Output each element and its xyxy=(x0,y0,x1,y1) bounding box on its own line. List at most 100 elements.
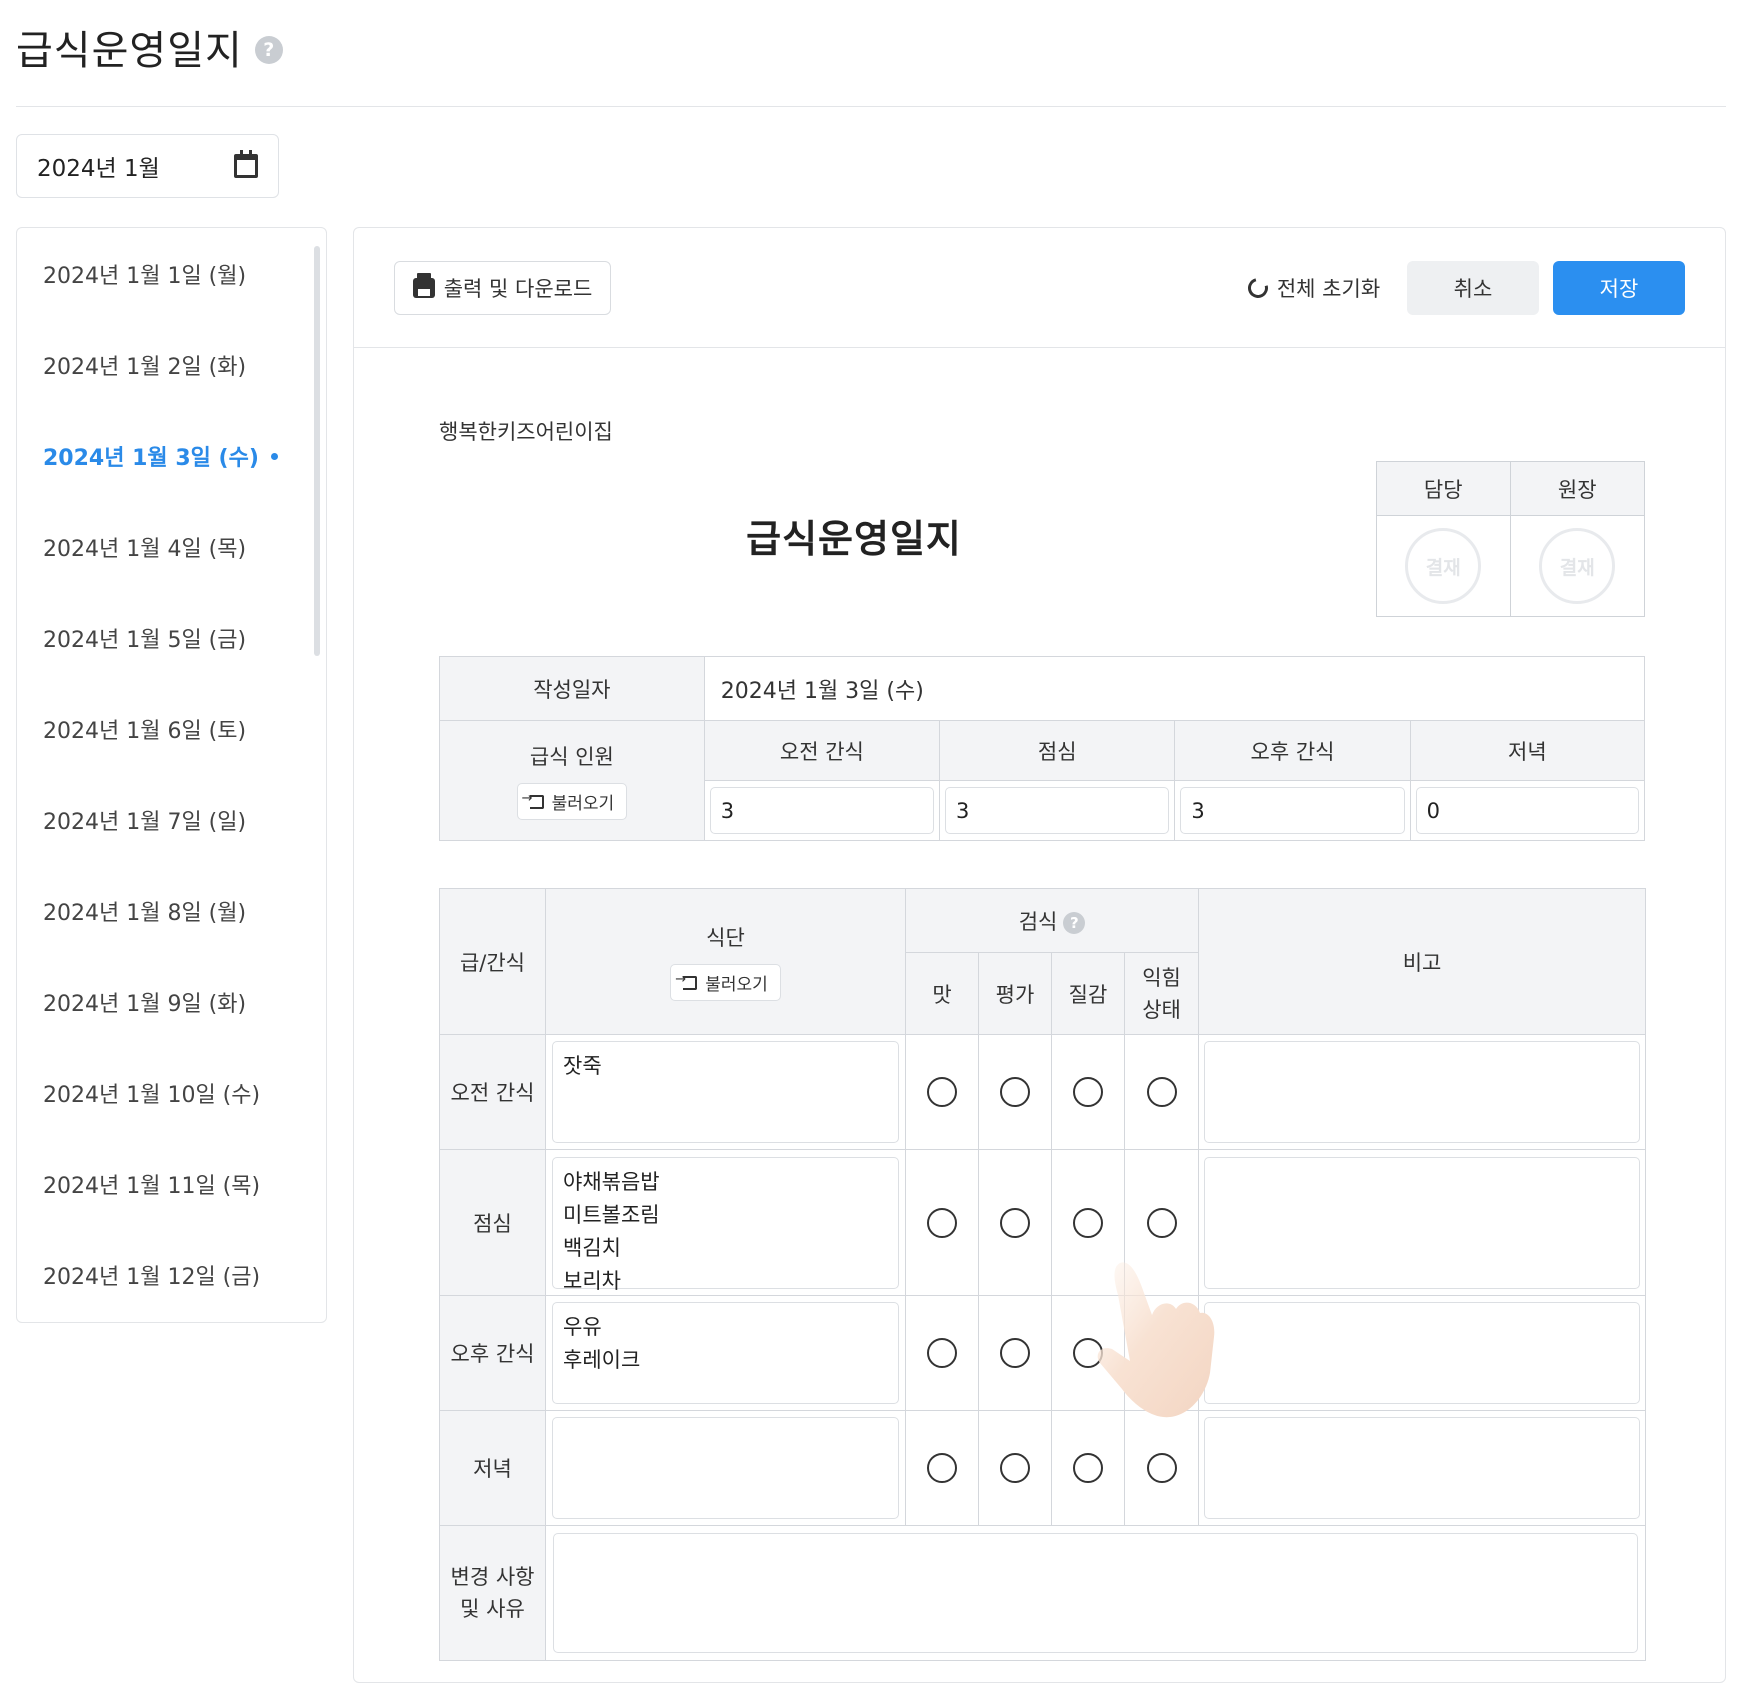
active-dot xyxy=(271,453,278,460)
menu-input[interactable] xyxy=(552,1417,899,1519)
approval-cell-manager[interactable]: 결재 xyxy=(1377,516,1511,616)
page-header: 급식운영일지 ? xyxy=(16,18,283,76)
date-list-item[interactable]: 2024년 1월 1일 (월) xyxy=(17,228,326,319)
col-type-head: 급/간식 xyxy=(439,888,546,1035)
approval-box: 담당 원장 결재 결재 xyxy=(1376,461,1645,617)
approval-head-manager: 담당 xyxy=(1377,462,1511,516)
print-download-button[interactable]: 출력 및 다운로드 xyxy=(394,261,611,315)
check-circle-icon[interactable] xyxy=(1146,1077,1177,1107)
check-head-taste: 맛 xyxy=(905,952,979,1035)
check-circle-icon[interactable] xyxy=(1146,1453,1177,1483)
date-list-item-label: 2024년 1월 3일 (수) xyxy=(43,445,259,471)
check-cell[interactable] xyxy=(1051,1149,1125,1296)
meal-row: 점심 야채볶음밥 미트볼조림 백김치 보리차 xyxy=(439,1149,1647,1296)
check-cell[interactable] xyxy=(1051,1410,1125,1526)
menu-input[interactable]: 우유 후레이크 xyxy=(552,1302,899,1404)
check-circle-icon[interactable] xyxy=(927,1338,957,1368)
check-circle-icon[interactable] xyxy=(1073,1338,1103,1368)
check-circle-icon[interactable] xyxy=(927,1077,957,1107)
check-circle-icon[interactable] xyxy=(1000,1077,1030,1107)
date-list-scrollbar[interactable] xyxy=(314,246,320,656)
col-menu-head: 식단 불러오기 xyxy=(545,888,906,1035)
approval-cell-director[interactable]: 결재 xyxy=(1511,516,1645,616)
check-circle-icon[interactable] xyxy=(1073,1077,1103,1107)
change-reason-input[interactable] xyxy=(553,1533,1639,1653)
check-cell[interactable] xyxy=(905,1410,979,1526)
menu-input[interactable]: 야채볶음밥 미트볼조림 백김치 보리차 xyxy=(552,1156,899,1293)
meal-type-label: 저녁 xyxy=(439,1410,546,1526)
month-picker[interactable]: 2024년 1월 xyxy=(16,134,279,198)
headcount-load-button[interactable]: 불러오기 xyxy=(516,783,628,820)
check-circle-icon[interactable] xyxy=(1000,1338,1030,1368)
check-circle-icon[interactable] xyxy=(1000,1453,1030,1483)
meal-table: 급/간식 식단 불러오기 검식? 비고 맛 평가 질감 익힘 상태 오전 간식잣… xyxy=(439,888,1647,1661)
date-list-item[interactable]: 2024년 1월 2일 (화) xyxy=(17,319,326,410)
check-cell[interactable] xyxy=(978,1149,1052,1296)
reset-all-button[interactable]: 전체 초기화 xyxy=(1239,261,1389,315)
month-picker-value: 2024년 1월 xyxy=(37,156,160,182)
check-circle-icon[interactable] xyxy=(1000,1207,1030,1238)
save-button[interactable]: 저장 xyxy=(1553,261,1685,315)
check-cell[interactable] xyxy=(978,1295,1052,1411)
refresh-icon xyxy=(1244,274,1272,302)
check-circle-icon[interactable] xyxy=(1146,1207,1177,1238)
load-label: 불러오기 xyxy=(705,975,768,995)
check-cell[interactable] xyxy=(1051,1295,1125,1411)
meal-head-pm-snack: 오후 간식 xyxy=(1174,720,1411,781)
meal-head-lunch: 점심 xyxy=(939,720,1176,781)
calendar-icon[interactable] xyxy=(234,150,258,178)
page-title: 급식운영일지 xyxy=(16,28,243,74)
date-list-item[interactable]: 2024년 1월 10일 (수) xyxy=(17,1047,326,1138)
note-input[interactable] xyxy=(1204,1417,1641,1519)
check-cell[interactable] xyxy=(905,1295,979,1411)
date-list-item-label: 2024년 1월 11일 (목) xyxy=(43,1173,261,1199)
date-list-item[interactable]: 2024년 1월 9일 (화) xyxy=(17,956,326,1047)
check-cell[interactable] xyxy=(905,1034,979,1150)
check-circle-icon[interactable] xyxy=(1073,1453,1103,1483)
headcount-dinner-input[interactable]: 0 xyxy=(1415,787,1639,834)
check-cell[interactable] xyxy=(978,1034,1052,1150)
date-list-item[interactable]: 2024년 1월 11일 (목) xyxy=(17,1138,326,1229)
help-icon[interactable]: ? xyxy=(1063,911,1086,934)
col-check-label: 검식 xyxy=(1018,909,1058,934)
date-list-items: 2024년 1월 1일 (월) 2024년 1월 2일 (화) 2024년 1월 3… xyxy=(17,228,326,1320)
check-circle-icon[interactable] xyxy=(927,1453,957,1483)
menu-input[interactable]: 잣죽 xyxy=(552,1041,899,1143)
note-input[interactable] xyxy=(1204,1041,1641,1143)
date-list-item-label: 2024년 1월 4일 (목) xyxy=(43,536,247,562)
help-icon[interactable]: ? xyxy=(254,36,283,64)
date-label: 작성일자 xyxy=(439,656,705,721)
date-list-item[interactable]: 2024년 1월 12일 (금) xyxy=(17,1229,326,1320)
note-input[interactable] xyxy=(1204,1156,1641,1289)
headcount-label: 급식 인원 xyxy=(529,745,614,769)
check-cell[interactable] xyxy=(905,1149,979,1296)
check-cell[interactable] xyxy=(1051,1034,1125,1150)
check-circle-icon[interactable] xyxy=(1073,1207,1103,1238)
menu-load-button[interactable]: 불러오기 xyxy=(670,964,781,1001)
headcount-lunch-input[interactable]: 3 xyxy=(945,787,1170,834)
note-input[interactable] xyxy=(1204,1302,1641,1404)
cancel-button[interactable]: 취소 xyxy=(1407,261,1539,315)
meal-head-am-snack: 오전 간식 xyxy=(703,720,941,781)
date-list-item[interactable]: 2024년 1월 8일 (월) xyxy=(17,865,326,956)
date-list-item[interactable]: 2024년 1월 6일 (토) xyxy=(17,683,326,774)
check-cell[interactable] xyxy=(978,1410,1052,1526)
date-list-item[interactable]: 2024년 1월 5일 (금) xyxy=(17,592,326,683)
check-cell[interactable] xyxy=(1123,1410,1200,1526)
date-list-item[interactable]: 2024년 1월 7일 (일) xyxy=(17,774,326,865)
check-circle-icon[interactable] xyxy=(927,1207,957,1238)
log-panel: 출력 및 다운로드 전체 초기화 취소 저장 행복한키즈어린이집 급식운영일지 … xyxy=(353,227,1726,1683)
check-cell[interactable] xyxy=(1123,1149,1200,1296)
check-cell[interactable] xyxy=(1123,1295,1200,1411)
headcount-pm-snack-input[interactable]: 3 xyxy=(1180,787,1405,834)
date-list-item[interactable]: 2024년 1월 3일 (수) xyxy=(17,410,326,501)
date-list-item[interactable]: 2024년 1월 4일 (목) xyxy=(17,501,326,592)
meal-type-label: 점심 xyxy=(439,1149,546,1296)
check-circle-icon[interactable] xyxy=(1146,1338,1177,1368)
headcount-am-snack-input[interactable]: 3 xyxy=(709,787,935,834)
check-head-texture: 질감 xyxy=(1051,952,1125,1035)
check-cell[interactable] xyxy=(1123,1034,1200,1150)
date-list-item-label: 2024년 1월 9일 (화) xyxy=(43,991,247,1017)
approval-head-director: 원장 xyxy=(1510,462,1644,516)
info-table: 작성일자 2024년 1월 3일 (수) 급식 인원 불러오기 오전 간식 점심… xyxy=(439,656,1646,841)
